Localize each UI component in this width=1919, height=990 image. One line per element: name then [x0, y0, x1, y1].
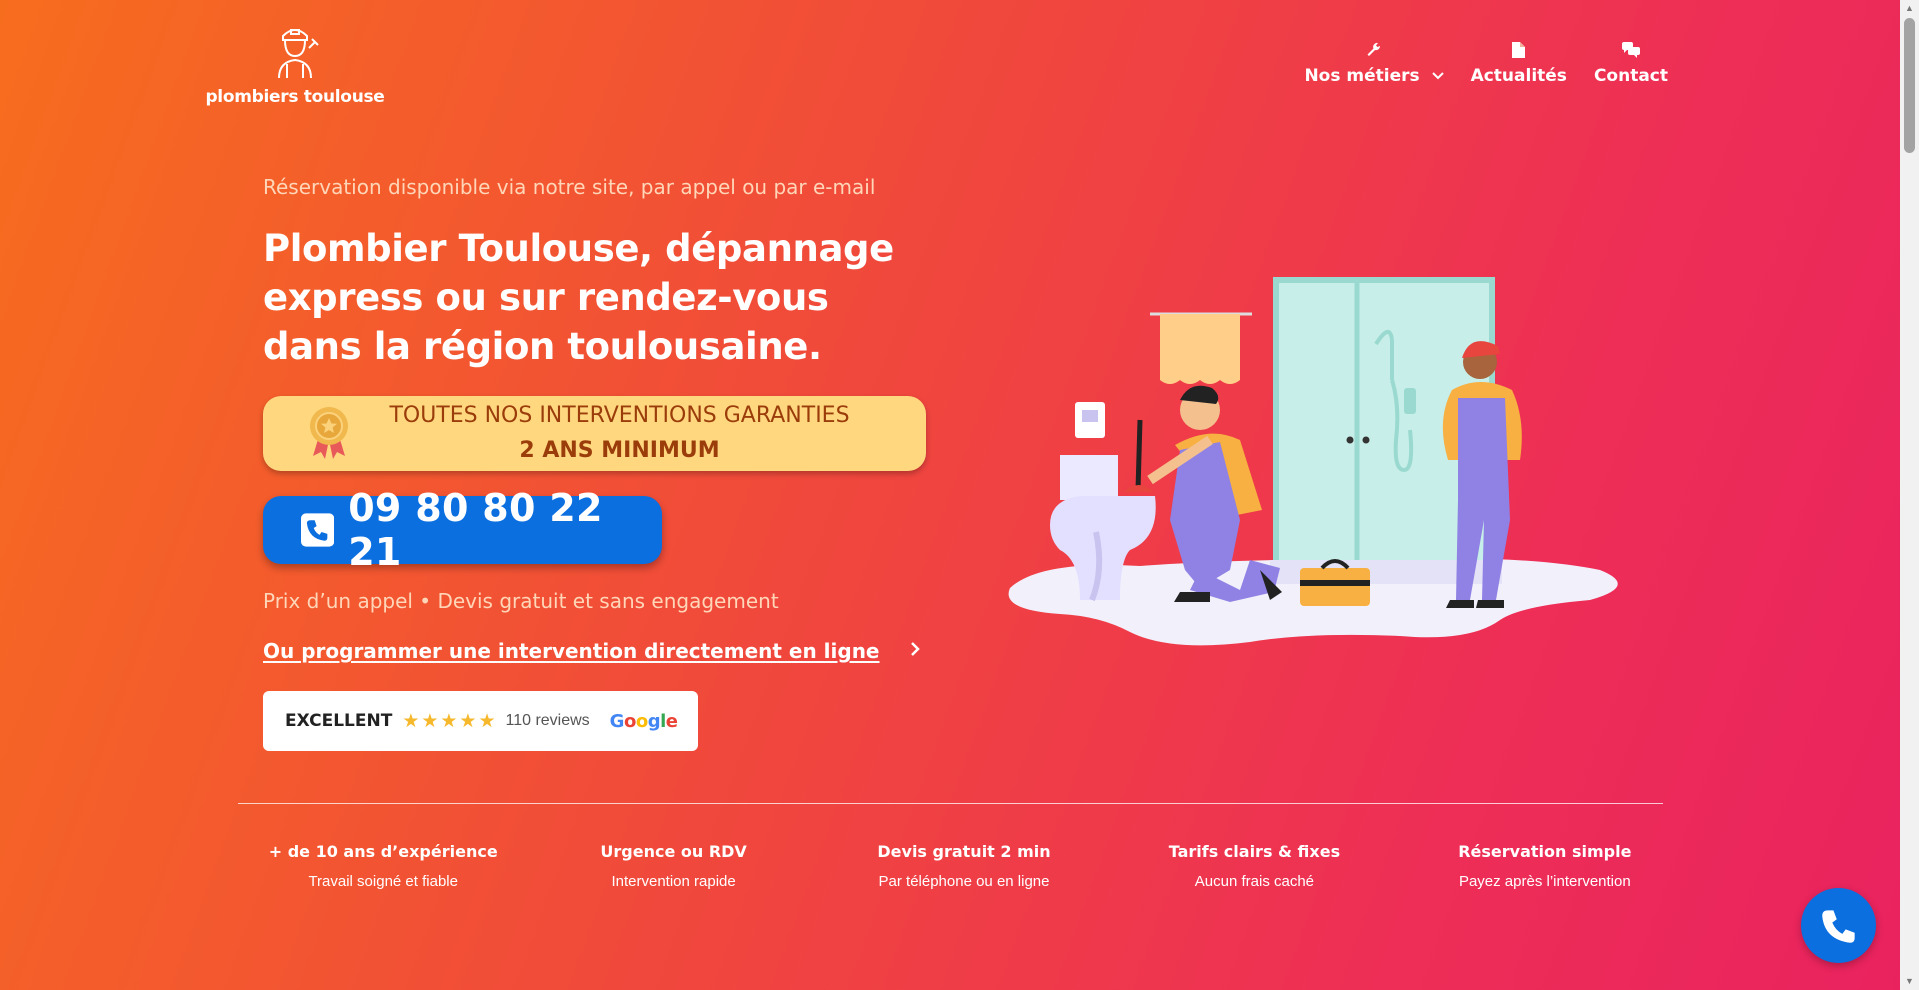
feature-title: Tarifs clairs & fixes [1168, 842, 1341, 861]
feature-subtitle: Intervention rapide [611, 873, 736, 890]
feature-title: Réservation simple [1458, 842, 1632, 861]
schedule-link-text: Ou programmer une intervention directeme… [263, 639, 880, 663]
call-button[interactable]: 09 80 80 22 21 [263, 486, 662, 574]
scroll-up-arrow-icon[interactable]: ▲ [1900, 0, 1919, 17]
feature-subtitle: Par téléphone ou en ligne [878, 873, 1050, 890]
hero-kicker: Réservation disponible via notre site, p… [263, 175, 876, 199]
features-row: + de 10 ans d’expérience Travail soigné … [238, 842, 1690, 890]
nav-label: Contact [1593, 66, 1668, 86]
feature-title: Urgence ou RDV [600, 842, 747, 861]
nav-item-nos-metiers[interactable]: Nos métiers [1304, 42, 1444, 86]
phone-icon [301, 513, 335, 547]
nav-label: Nos métiers [1304, 66, 1420, 86]
chevron-down-icon [1431, 72, 1444, 80]
main-nav: Nos métiers Actualités Contact [1304, 42, 1668, 86]
price-note: Prix d’un appel • Devis gratuit et sans … [263, 589, 779, 613]
feature-reservation: Réservation simple Payez après l’interve… [1400, 842, 1690, 890]
feature-subtitle: Aucun frais caché [1194, 873, 1315, 890]
page: plombiers toulouse Nos métiers Actualité… [0, 0, 1900, 990]
feature-subtitle: Travail soigné et fiable [308, 873, 458, 890]
schedule-online-link[interactable]: Ou programmer une intervention directeme… [263, 639, 926, 663]
feature-urgence: Urgence ou RDV Intervention rapide [528, 842, 818, 890]
document-icon [1471, 42, 1567, 60]
floating-call-button[interactable] [1801, 888, 1876, 963]
wrench-icon [1304, 42, 1443, 60]
chevron-right-icon [911, 642, 920, 656]
chat-icon [1594, 42, 1668, 60]
hero-headline: Plombier Toulouse, dépannage express ou … [263, 227, 894, 368]
feature-title: + de 10 ans d’expérience [268, 842, 498, 861]
page-scrollbar[interactable]: ▲ ▼ [1900, 0, 1919, 990]
section-divider [238, 803, 1663, 804]
nav-item-contact[interactable]: Contact [1594, 42, 1668, 86]
feature-tarifs: Tarifs clairs & fixes Aucun frais caché [1109, 842, 1399, 890]
award-medal-icon [310, 407, 348, 459]
phone-icon [1821, 909, 1855, 943]
phone-number: 09 80 80 22 21 [348, 486, 603, 574]
scroll-down-arrow-icon[interactable]: ▼ [1900, 973, 1919, 990]
star-rating: ★★★★★ [402, 710, 498, 732]
nav-item-actualites[interactable]: Actualités [1471, 42, 1567, 86]
rating-label: EXCELLENT [285, 711, 393, 731]
site-logo[interactable]: plombiers toulouse [200, 20, 390, 107]
plumbers-bathroom-illustration [1008, 277, 1618, 646]
guarantee-line1: TOUTES NOS INTERVENTIONS GARANTIES [389, 403, 850, 428]
scrollbar-thumb[interactable] [1904, 18, 1915, 153]
guarantee-line2: 2 ANS MINIMUM [519, 438, 720, 463]
plumber-logo-icon [278, 29, 319, 79]
guarantee-banner: TOUTES NOS INTERVENTIONS GARANTIES 2 ANS… [263, 396, 926, 471]
nav-label: Actualités [1470, 66, 1567, 86]
feature-title: Devis gratuit 2 min [877, 842, 1051, 861]
review-count: 110 reviews [505, 712, 590, 729]
feature-experience: + de 10 ans d’expérience Travail soigné … [238, 842, 528, 890]
google-reviews-widget[interactable]: EXCELLENT ★★★★★ 110 reviews Google [263, 691, 698, 751]
logo-text: plombiers toulouse [205, 87, 385, 107]
google-logo: Google [609, 710, 678, 732]
feature-devis: Devis gratuit 2 min Par téléphone ou en … [819, 842, 1109, 890]
feature-subtitle: Payez après l’intervention [1458, 873, 1631, 890]
